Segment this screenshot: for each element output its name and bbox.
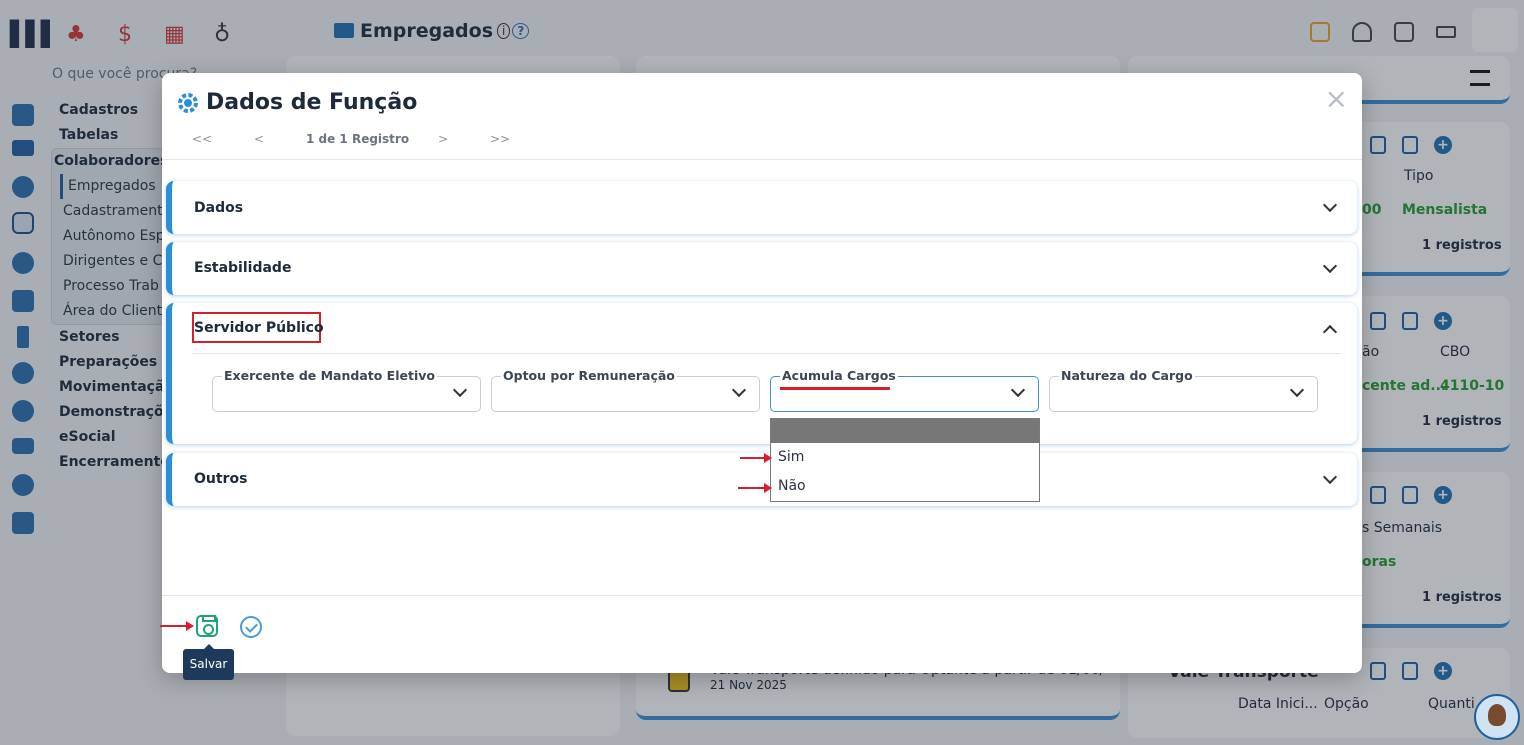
chevron-down-icon[interactable]	[1322, 469, 1338, 485]
prev-record-button[interactable]: <	[254, 132, 264, 146]
next-record-button[interactable]: >	[438, 132, 448, 146]
section-outros[interactable]: Outros	[166, 453, 1357, 506]
natureza-cargo-field[interactable]: Natureza do Cargo	[1049, 368, 1318, 412]
section-servidor-label: Servidor Público	[194, 320, 324, 336]
acumula-cargos-dropdown: Sim Não	[770, 418, 1040, 502]
record-pager: << < 1 de 1 Registro > >>	[192, 132, 512, 152]
chevron-up-icon[interactable]	[1322, 324, 1338, 340]
dropdown-option-empty[interactable]	[771, 419, 1039, 443]
section-outros-label: Outros	[194, 471, 248, 487]
natureza-cargo-label: Natureza do Cargo	[1059, 368, 1195, 383]
section-estabilidade[interactable]: Estabilidade	[166, 242, 1357, 295]
acumula-cargos-label: Acumula Cargos	[780, 368, 898, 383]
section-estabilidade-label: Estabilidade	[194, 260, 292, 276]
gear-icon	[178, 92, 198, 113]
save-icon[interactable]	[196, 615, 218, 637]
annotation-arrow	[738, 483, 772, 493]
assistant-avatar[interactable]	[1474, 694, 1520, 740]
exercente-mandato-label: Exercente de Mandato Eletivo	[222, 368, 437, 383]
section-divider	[192, 353, 1342, 354]
last-record-button[interactable]: >>	[490, 132, 510, 146]
record-indicator: 1 de 1 Registro	[306, 132, 410, 146]
acumula-cargos-field[interactable]: Acumula Cargos	[770, 368, 1039, 412]
dropdown-option-nao[interactable]: Não	[771, 472, 1039, 501]
header-divider	[162, 159, 1362, 160]
optou-remuneracao-label: Optou por Remuneração	[501, 368, 677, 383]
section-dados-label: Dados	[194, 200, 244, 216]
chevron-down-icon[interactable]	[1322, 197, 1338, 213]
chevron-down-icon[interactable]	[1322, 258, 1338, 274]
modal-title-text: Dados de Função	[206, 90, 418, 115]
annotation-arrow	[160, 621, 194, 631]
annotation-arrow	[740, 453, 772, 463]
first-record-button[interactable]: <<	[192, 132, 212, 146]
label-underline	[780, 387, 890, 390]
optou-remuneracao-field[interactable]: Optou por Remuneração	[491, 368, 760, 412]
dados-funcao-modal: Dados de Função × << < 1 de 1 Registro >…	[160, 73, 1362, 680]
section-dados[interactable]: Dados	[166, 181, 1357, 234]
confirm-icon[interactable]	[240, 616, 262, 638]
exercente-mandato-field[interactable]: Exercente de Mandato Eletivo	[212, 368, 481, 412]
modal-title: Dados de Função	[176, 90, 417, 115]
save-tooltip: Salvar	[183, 644, 234, 680]
section-servidor-publico[interactable]: Servidor Público Exercente de Mandato El…	[166, 303, 1357, 444]
dropdown-option-sim[interactable]: Sim	[771, 443, 1039, 472]
close-icon[interactable]: ×	[1325, 85, 1348, 113]
footer-divider	[162, 595, 1362, 596]
